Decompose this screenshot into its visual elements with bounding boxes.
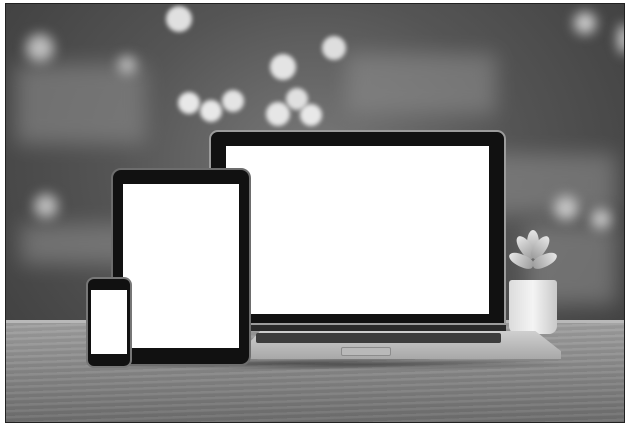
bokeh-light bbox=[591, 209, 611, 229]
bokeh-light bbox=[178, 92, 200, 114]
background-light-block bbox=[346, 54, 496, 114]
laptop-trackpad bbox=[341, 347, 391, 356]
bokeh-light bbox=[26, 34, 54, 62]
tablet-screen bbox=[123, 184, 239, 348]
bokeh-light bbox=[270, 54, 296, 80]
bokeh-light bbox=[574, 12, 596, 34]
smartphone bbox=[86, 277, 132, 368]
bokeh-light bbox=[166, 6, 192, 32]
laptop bbox=[209, 130, 506, 325]
bokeh-light bbox=[118, 56, 136, 74]
bokeh-light bbox=[222, 90, 244, 112]
laptop-keyboard bbox=[256, 333, 501, 343]
bokeh-light bbox=[300, 104, 322, 126]
bokeh-light bbox=[34, 194, 58, 218]
laptop-hinge bbox=[209, 325, 506, 331]
background-light-block bbox=[16, 64, 146, 144]
bokeh-light bbox=[618, 24, 624, 54]
bokeh-light bbox=[200, 100, 222, 122]
phone-screen bbox=[91, 290, 127, 354]
laptop-screen bbox=[226, 146, 489, 314]
bokeh-light bbox=[554, 196, 578, 220]
stock-photo bbox=[5, 3, 625, 423]
tablet bbox=[111, 168, 251, 366]
plant-pot bbox=[509, 280, 557, 334]
bokeh-light bbox=[322, 36, 346, 60]
bokeh-light bbox=[266, 102, 290, 126]
